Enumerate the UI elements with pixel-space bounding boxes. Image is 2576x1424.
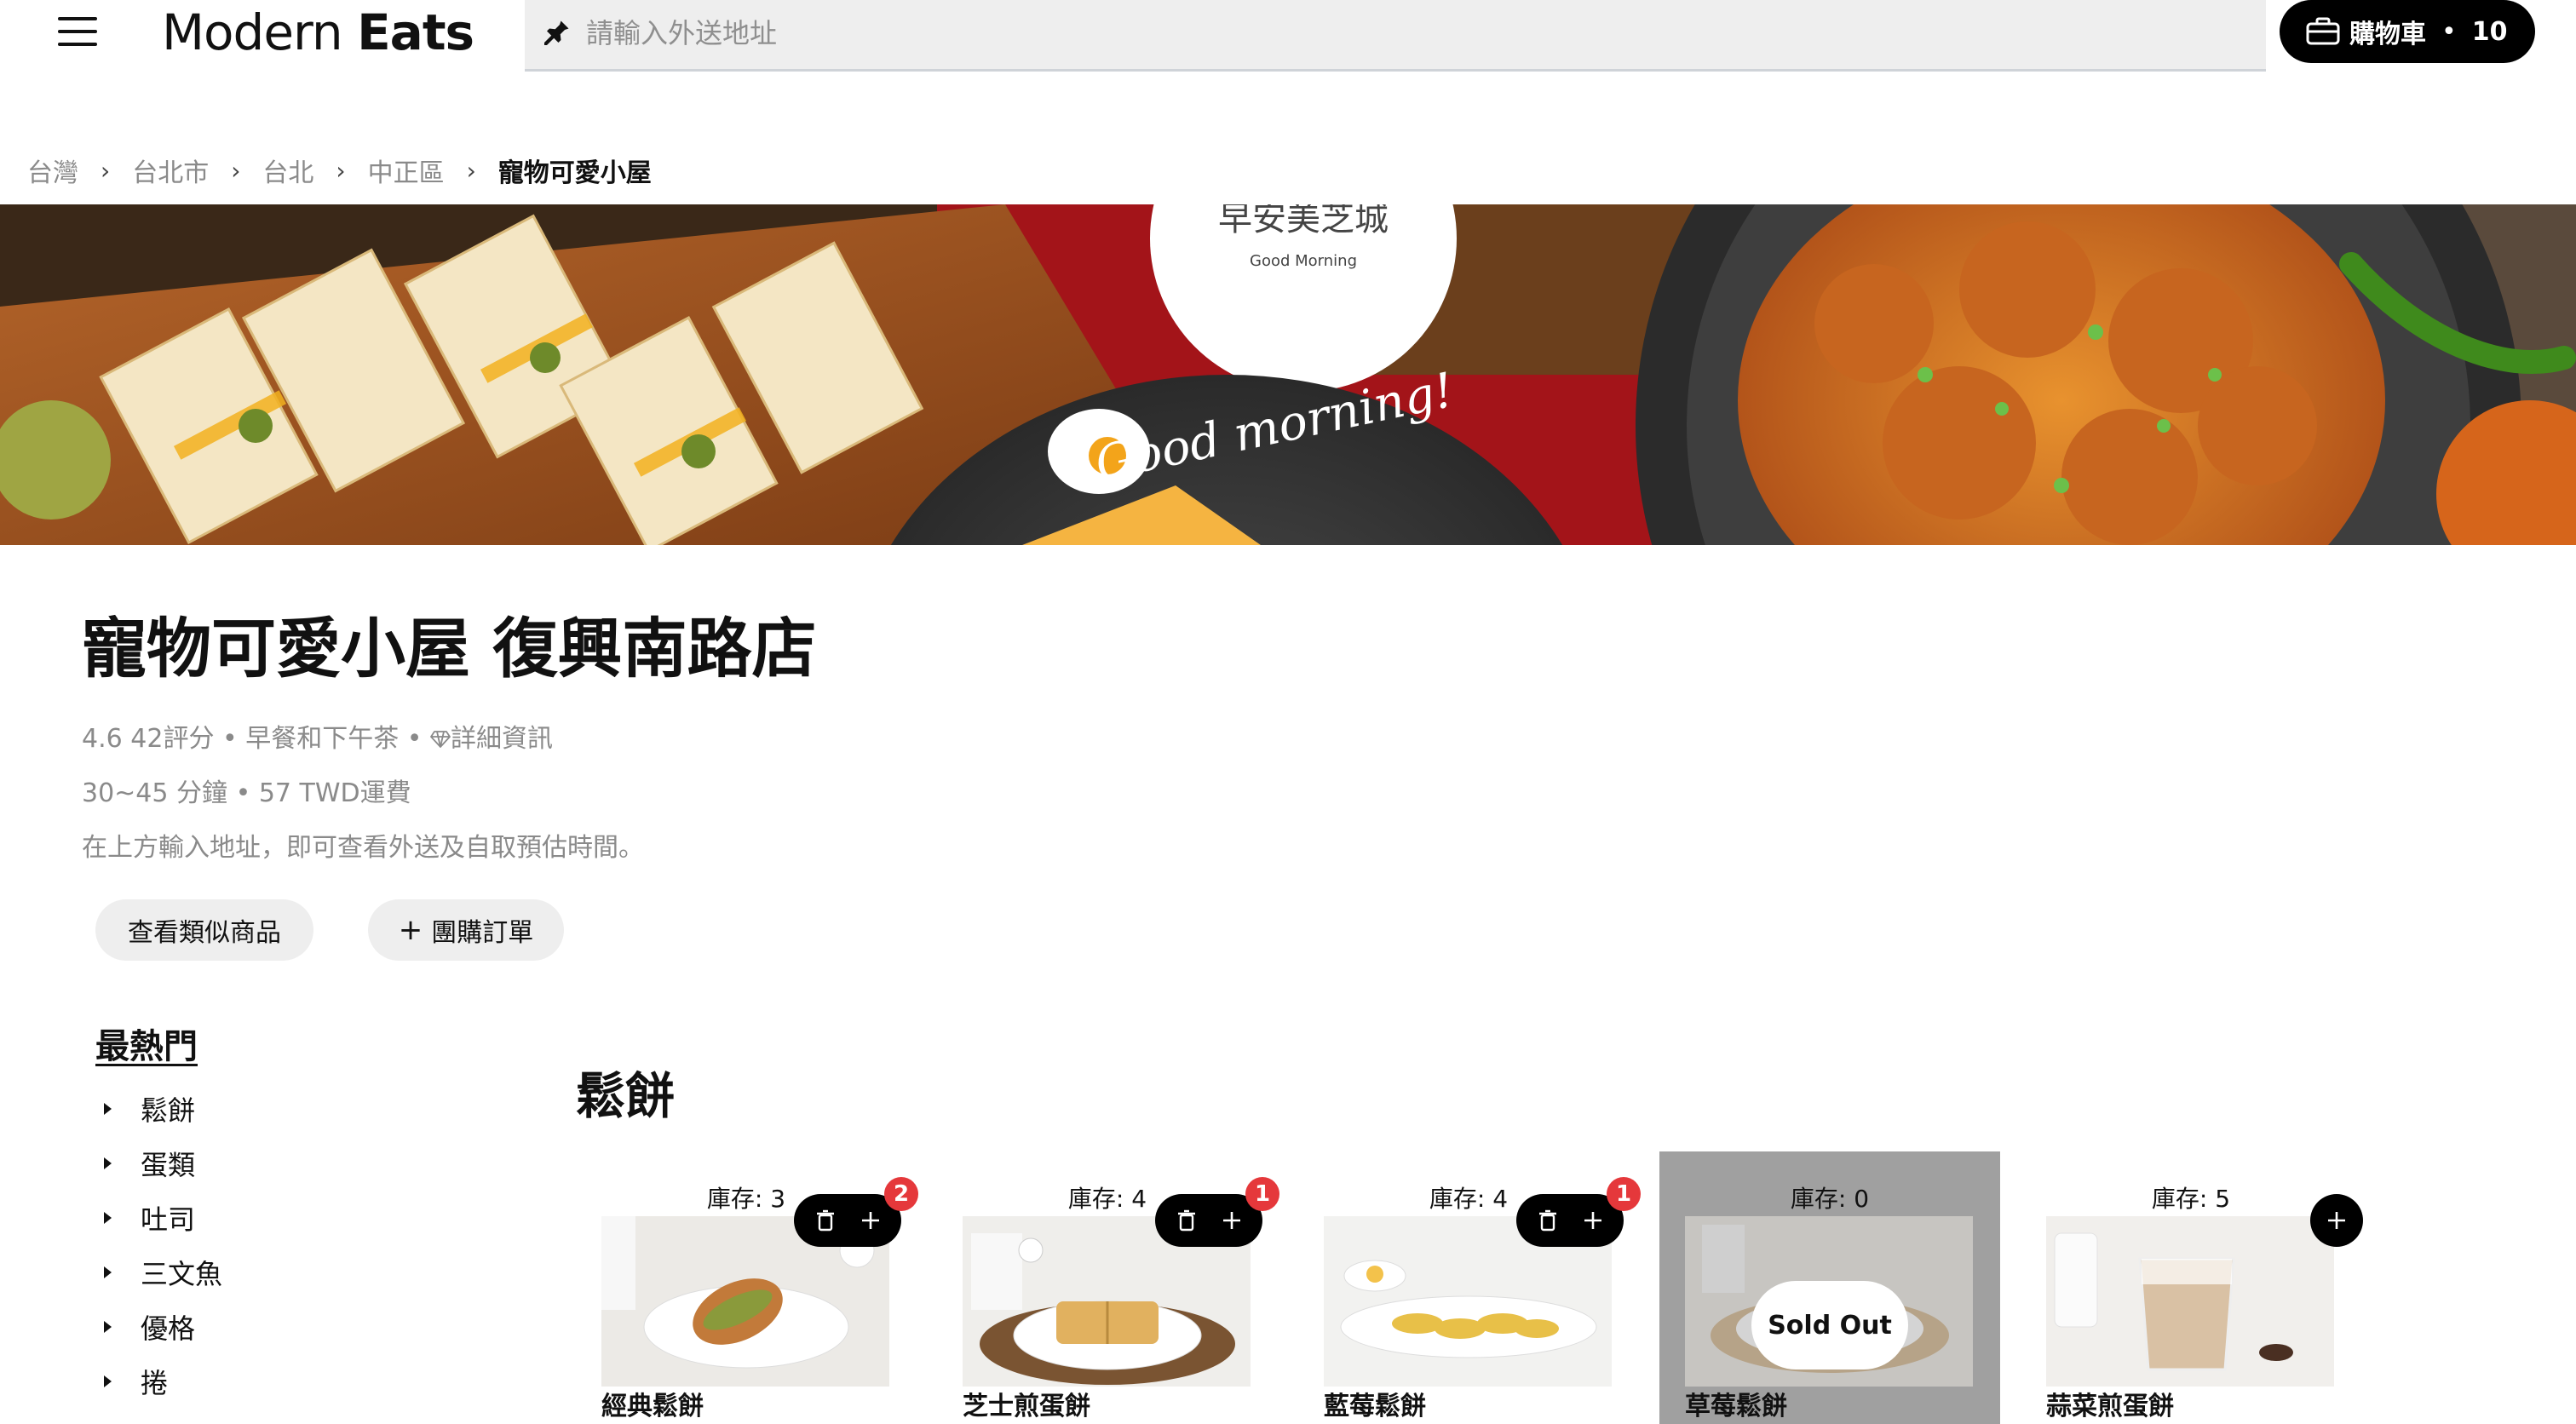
menu-item-card[interactable]: 庫存: 5 蒜菜煎蛋餅 [2021, 1151, 2363, 1424]
group-order-button[interactable]: + 團購訂單 [368, 899, 564, 961]
store-rating: 4.6 [82, 724, 123, 754]
sidebar-item-salmon[interactable]: 三文魚 [95, 1245, 222, 1300]
cart-count: 10 [2471, 16, 2508, 47]
menu-item-card[interactable]: 庫存: 4 1 藍莓鬆餅 [1298, 1151, 1641, 1424]
top-bar: Modern Eats 購物車 • 10 [0, 0, 2576, 73]
store-reviews: 42評分 [130, 724, 215, 754]
delivery-info: 30~45 分鐘 • 57 TWD運費 [82, 772, 411, 809]
details-label: 詳細資訊 [451, 724, 554, 754]
caret-right-icon [104, 1212, 112, 1224]
breadcrumb: 台灣 › 台北市 › 台北 › 中正區 › 寵物可愛小屋 [27, 152, 652, 189]
breadcrumb-current: 寵物可愛小屋 [497, 158, 652, 188]
sidebar-item-label: 鬆餅 [141, 1094, 196, 1127]
sidebar-item-yogurt[interactable]: 優格 [95, 1300, 222, 1354]
similar-items-button[interactable]: 查看類似商品 [95, 899, 313, 961]
breadcrumb-district[interactable]: 中正區 [368, 152, 445, 189]
cart-label: 購物車 [2349, 20, 2426, 49]
details-link[interactable]: 詳細資訊 [430, 724, 553, 754]
item-name: 經典鬆餅 [601, 1392, 704, 1421]
sidebar-item-toast[interactable]: 吐司 [95, 1191, 222, 1245]
plus-icon [2328, 1212, 2345, 1229]
hero-sign-subtext: Good Morning [1250, 252, 1357, 270]
item-name: 草莓鬆餅 [1685, 1392, 1787, 1421]
store-title: 寵物可愛小屋 復興南路店 [82, 611, 817, 686]
cart-quantity-badge: 1 [1607, 1177, 1641, 1211]
trash-icon[interactable] [1168, 1202, 1205, 1239]
pin-icon [544, 20, 569, 45]
hero-banner: 早安美芝城 Good Morning Good morning! [0, 204, 2576, 545]
add-item-button[interactable] [2310, 1194, 2363, 1247]
cart-icon [2306, 17, 2340, 45]
chevron-right-icon: › [231, 156, 241, 185]
delivery-fee: 57 TWD運費 [258, 778, 411, 808]
category-list: 鬆餅 蛋類 吐司 三文魚 優格 捲 [95, 1082, 222, 1409]
delivery-time: 30~45 分鐘 [82, 778, 228, 808]
sidebar-item-pancakes[interactable]: 鬆餅 [95, 1082, 222, 1136]
cart-quantity-badge: 2 [884, 1177, 918, 1211]
logo-light: Modern [162, 3, 343, 61]
trash-icon[interactable] [1529, 1202, 1567, 1239]
store-meta-line: 4.6 42評分 • 早餐和下午茶 • 詳細資訊 [82, 717, 553, 755]
sidebar-item-label: 吐司 [141, 1203, 196, 1236]
plus-icon[interactable] [1574, 1202, 1612, 1239]
stock-label: 庫存: 5 [2151, 1185, 2231, 1213]
sidebar-item-rolls[interactable]: 捲 [95, 1354, 222, 1409]
item-name: 芝士煎蛋餅 [963, 1392, 1090, 1421]
sidebar-item-label: 蛋類 [141, 1149, 196, 1181]
meta-separator: • [406, 724, 423, 754]
store-category: 早餐和下午茶 [245, 724, 400, 754]
caret-right-icon [104, 1375, 112, 1387]
cart-separator: • [2441, 16, 2457, 47]
sidebar-item-eggs[interactable]: 蛋類 [95, 1136, 222, 1191]
address-hint: 在上方輸入地址，即可查看外送及自取預估時間。 [82, 833, 644, 863]
menu-icon[interactable] [58, 17, 97, 48]
logo[interactable]: Modern Eats [162, 3, 474, 61]
sidebar-title-popular[interactable]: 最熱門 [95, 1019, 198, 1068]
section-title: 鬆餅 [576, 1067, 676, 1125]
chevron-right-icon: › [336, 156, 346, 185]
menu-item-card-sold-out: 庫存: 0 Sold Out 草莓鬆餅 [1659, 1151, 2000, 1424]
plus-icon[interactable] [1213, 1202, 1251, 1239]
diamond-icon [430, 731, 451, 748]
hero-image: 早安美芝城 Good Morning Good morning! [0, 204, 2576, 545]
breadcrumb-taipei-city[interactable]: 台北市 [132, 152, 209, 189]
breadcrumb-taipei[interactable]: 台北 [262, 152, 313, 189]
group-order-label: 團購訂單 [431, 918, 534, 948]
plus-icon: + [398, 913, 423, 947]
quantity-stepper[interactable] [794, 1194, 901, 1247]
address-input[interactable] [586, 7, 2205, 60]
hero-sign-text: 早安美芝城 [1218, 204, 1389, 238]
sidebar-item-label: 優格 [141, 1312, 196, 1345]
breadcrumb-taiwan[interactable]: 台灣 [27, 152, 78, 189]
meta-separator: • [235, 778, 251, 808]
sidebar-item-label: 捲 [141, 1367, 169, 1399]
item-image [2046, 1216, 2334, 1387]
item-name: 蒜菜煎蛋餅 [2046, 1392, 2174, 1421]
menu-item-card[interactable]: 庫存: 4 1 芝士煎蛋餅 [937, 1151, 1279, 1424]
cart-button[interactable]: 購物車 • 10 [2280, 0, 2535, 63]
trash-icon[interactable] [807, 1202, 844, 1239]
chevron-right-icon: › [466, 156, 476, 185]
plus-icon[interactable] [852, 1202, 889, 1239]
caret-right-icon [104, 1266, 112, 1278]
quantity-stepper[interactable] [1155, 1194, 1262, 1247]
sidebar-item-label: 三文魚 [141, 1258, 223, 1290]
address-search-bar[interactable] [525, 0, 2266, 72]
caret-right-icon [104, 1103, 112, 1115]
caret-right-icon [104, 1321, 112, 1333]
meta-separator: • [222, 724, 238, 754]
stock-label: 庫存: 0 [1790, 1185, 1870, 1213]
chevron-right-icon: › [101, 156, 111, 185]
cart-quantity-badge: 1 [1245, 1177, 1279, 1211]
item-name: 藍莓鬆餅 [1324, 1392, 1426, 1421]
logo-bold: Eats [357, 3, 474, 61]
caret-right-icon [104, 1157, 112, 1169]
sold-out-label: Sold Out [1751, 1281, 1908, 1369]
similar-items-label: 查看類似商品 [128, 918, 281, 948]
quantity-stepper[interactable] [1516, 1194, 1624, 1247]
menu-item-card[interactable]: 庫存: 3 2 經典鬆餅 [576, 1151, 918, 1424]
